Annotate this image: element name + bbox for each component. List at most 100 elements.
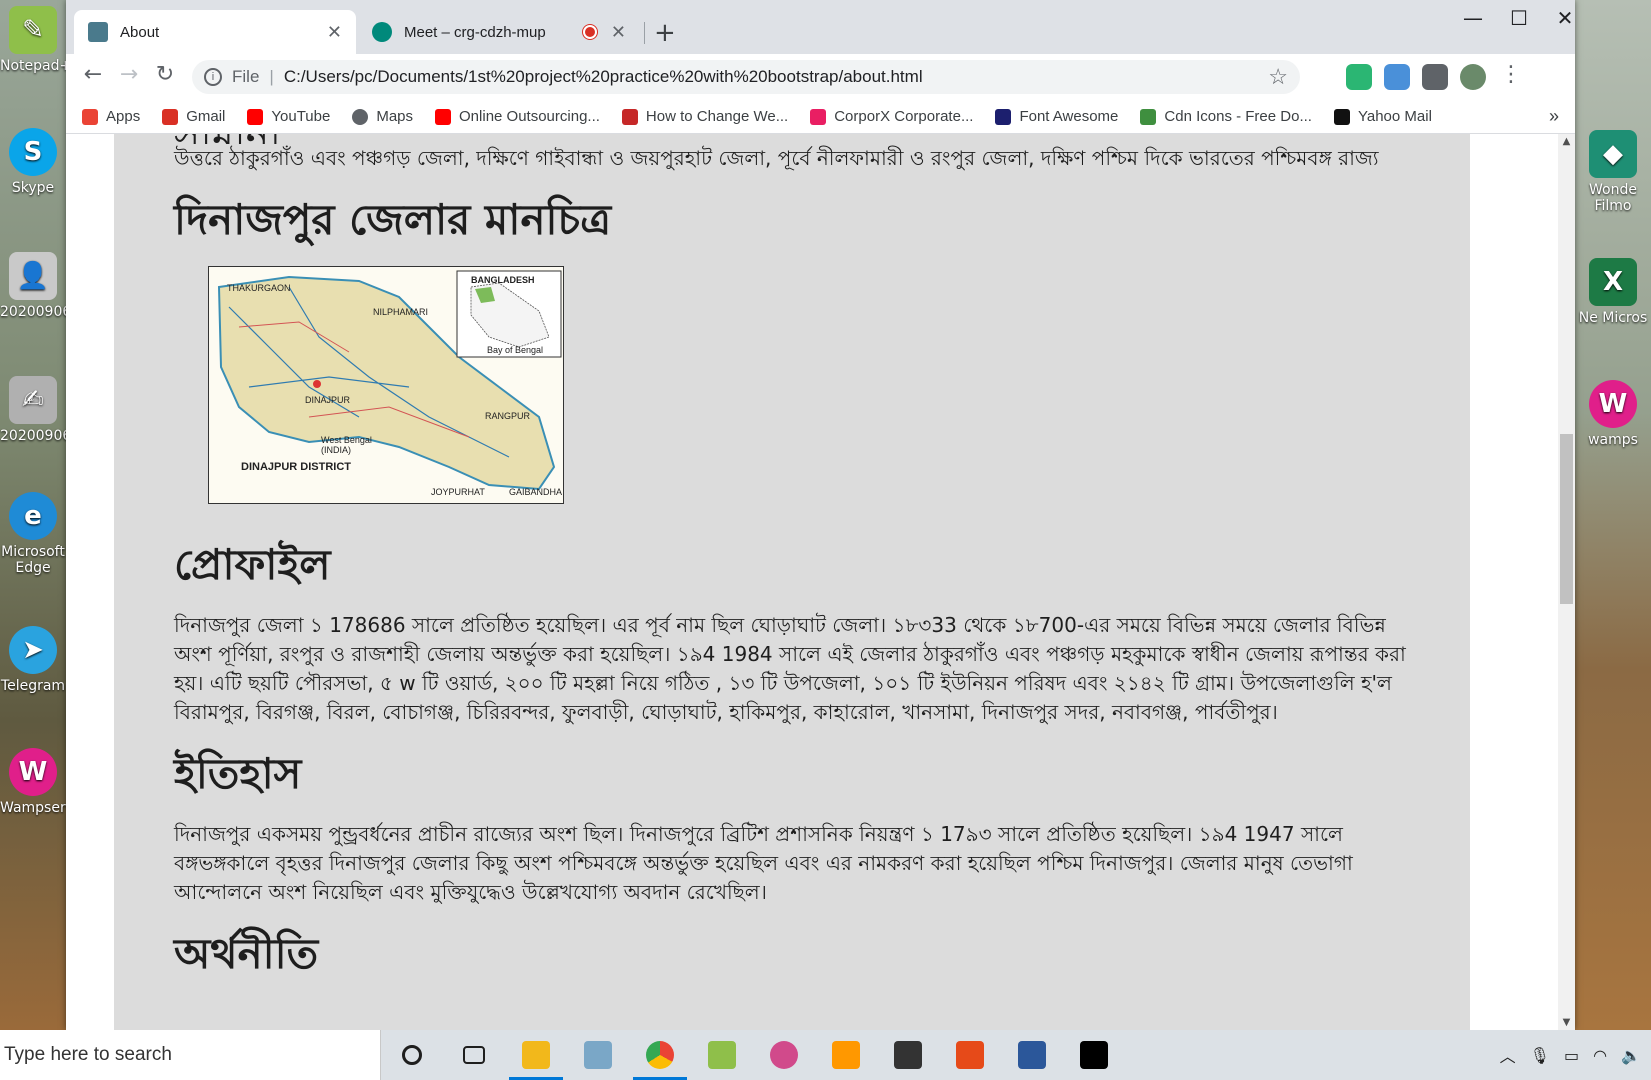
back-button[interactable]: ← <box>78 62 108 87</box>
bookmark-online-outsourcing[interactable]: Online Outsourcing... <box>435 108 600 125</box>
close-tab-icon[interactable]: ✕ <box>611 22 626 43</box>
taskbar-sublime[interactable] <box>815 1030 877 1080</box>
profile-paragraph: দিনাজপুর জেলা ১ 178686 সালে প্রতিষ্ঠিত হ… <box>174 613 1406 724</box>
bookmark-youtube[interactable]: YouTube <box>247 108 330 125</box>
bookmark-label: Online Outsourcing... <box>459 108 600 125</box>
browser-toolbar: ← → ↻ i File | C:/Users/pc/Documents/1st… <box>66 54 1575 100</box>
word-icon <box>1018 1041 1046 1069</box>
profile-heading: প্রোফাইল <box>174 540 331 589</box>
cdn-icon <box>1140 108 1157 125</box>
tab-strip: About ✕ Meet – crg-cdzh-mup ✕ + — ☐ ✕ <box>66 0 1575 54</box>
edge-icon: e <box>9 492 57 540</box>
taskbar-chrome[interactable] <box>629 1030 691 1080</box>
system-tray: ︿ 🎙 ▭ ◠ 🔈 <box>1500 1043 1651 1067</box>
globe-icon <box>352 108 369 125</box>
bookmark-star-icon[interactable]: ☆ <box>1268 64 1288 90</box>
desktop-icon-wampserver[interactable]: W Wampserve <box>0 748 83 816</box>
forward-button[interactable]: → <box>114 62 144 87</box>
desktop-icon-filmora[interactable]: ◆ Wonde Filmo <box>1575 130 1651 214</box>
tab-about[interactable]: About ✕ <box>74 10 356 54</box>
profile-avatar[interactable] <box>1460 64 1486 90</box>
bookmark-cdn-icons[interactable]: Cdn Icons - Free Do... <box>1140 108 1312 125</box>
recording-indicator-icon <box>582 25 597 39</box>
desktop-icon-edge[interactable]: e Microsoft Edge <box>0 492 66 576</box>
desktop-icon-wamp[interactable]: W wamps <box>1575 380 1651 448</box>
office-icon <box>956 1041 984 1069</box>
tab-separator <box>644 22 645 44</box>
desktop-icon-photo[interactable]: 👤 20200906_ <box>0 252 78 320</box>
new-tab-button[interactable]: + <box>654 18 676 48</box>
chrome-icon <box>646 1041 674 1069</box>
desktop-icon-label: Notepad+ <box>0 58 72 74</box>
dinajpur-map-image: THAKURGAON NILPHAMARI DINAJPUR RANGPUR W… <box>208 266 564 504</box>
history-paragraph: দিনাজপুর একসময় পুন্ড্রবর্ধনের প্রাচীন র… <box>174 822 1353 904</box>
bookmark-yahoo-mail[interactable]: Yahoo Mail <box>1333 108 1432 125</box>
meet-icon <box>372 22 392 42</box>
bookmark-how-to-change[interactable]: How to Change We... <box>621 108 789 125</box>
bookmark-font-awesome[interactable]: Font Awesome <box>995 108 1118 125</box>
extension-blue-icon[interactable] <box>1384 64 1410 90</box>
notepadpp-icon <box>708 1041 736 1069</box>
site-info-icon[interactable]: i <box>204 68 222 86</box>
taskbar: Type here to search ︿ 🎙 ▭ ◠ 🔈 <box>0 1030 1651 1080</box>
close-window-button[interactable]: ✕ <box>1542 6 1588 30</box>
taskbar-intellij[interactable] <box>1063 1030 1125 1080</box>
bookmark-label: YouTube <box>271 108 331 125</box>
taskbar-cursor-app[interactable] <box>877 1030 939 1080</box>
desktop-icon-telegram[interactable]: ➤ Telegram <box>0 626 66 694</box>
bookmarks-overflow-button[interactable]: » <box>1549 106 1559 127</box>
scroll-thumb[interactable] <box>1560 434 1573 604</box>
taskbar-notepad[interactable] <box>567 1030 629 1080</box>
map-inset-label: BANGLADESH <box>471 275 535 285</box>
taskbar-office[interactable] <box>939 1030 1001 1080</box>
youtube-icon <box>435 108 452 125</box>
wamp-icon: W <box>1589 380 1637 428</box>
microphone-icon[interactable]: 🎙 <box>1530 1046 1550 1065</box>
taskbar-word[interactable] <box>1001 1030 1063 1080</box>
chevron-up-icon[interactable]: ︿ <box>1500 1043 1516 1067</box>
map-place-label: RANGPUR <box>485 411 531 421</box>
desktop-icon-signature[interactable]: ✍ 20200906_ <box>0 376 78 444</box>
extensions-puzzle-icon[interactable] <box>1422 64 1448 90</box>
taskbar-paint[interactable] <box>753 1030 815 1080</box>
economy-heading: অর্থনীতি <box>174 929 319 978</box>
tab-meet[interactable]: Meet – crg-cdzh-mup ✕ <box>358 10 640 54</box>
amazon-icon <box>1333 108 1350 125</box>
minimize-button[interactable]: — <box>1450 6 1496 30</box>
scroll-up-icon[interactable]: ▲ <box>1558 136 1575 147</box>
address-bar[interactable]: i File | C:/Users/pc/Documents/1st%20pro… <box>192 60 1300 94</box>
desktop-icon-skype[interactable]: S Skype <box>0 128 66 196</box>
taskbar-file-explorer[interactable] <box>505 1030 567 1080</box>
bookmark-apps[interactable]: Apps <box>82 108 140 125</box>
maximize-button[interactable]: ☐ <box>1496 6 1542 30</box>
menu-kebab-icon[interactable]: ⋮ <box>1496 62 1526 87</box>
bookmark-corporx[interactable]: CorporX Corporate... <box>810 108 973 125</box>
desktop-icon-excel[interactable]: X Ne Micros <box>1575 258 1651 326</box>
signature-icon: ✍ <box>9 376 57 424</box>
taskbar-search-input[interactable]: Type here to search <box>0 1030 381 1080</box>
map-place-label: West Bengal (INDIA) <box>321 435 372 455</box>
intellij-icon <box>1080 1041 1108 1069</box>
url-text[interactable]: C:/Users/pc/Documents/1st%20project%20pr… <box>284 67 923 87</box>
bookmark-maps[interactable]: Maps <box>352 108 413 125</box>
taskbar-cortana[interactable] <box>381 1030 443 1080</box>
page-scrollbar[interactable]: ▲ ▼ <box>1558 134 1575 1030</box>
scheme-separator: | <box>269 67 274 86</box>
notepad-icon <box>584 1041 612 1069</box>
bookmark-label: Yahoo Mail <box>1357 108 1432 125</box>
taskbar-notepadpp[interactable] <box>691 1030 753 1080</box>
wifi-icon[interactable]: ◠ <box>1593 1046 1607 1065</box>
map-place-label: GAIBANDHA <box>509 487 563 497</box>
wamp-icon: W <box>9 748 57 796</box>
volume-icon[interactable]: 🔈 <box>1621 1046 1641 1065</box>
close-tab-icon[interactable]: ✕ <box>327 22 342 43</box>
taskbar-task-view[interactable] <box>443 1030 505 1080</box>
boundary-heading: সীমানা <box>174 134 1410 144</box>
scroll-down-icon[interactable]: ▼ <box>1558 1017 1575 1028</box>
desktop-icon-notepadpp[interactable]: ✎ Notepad+ <box>0 6 71 74</box>
bookmark-gmail[interactable]: Gmail <box>162 108 225 125</box>
reload-button[interactable]: ↻ <box>150 62 180 87</box>
battery-icon[interactable]: ▭ <box>1564 1046 1579 1065</box>
extension-green-icon[interactable] <box>1346 64 1372 90</box>
bookmark-label: How to Change We... <box>645 108 789 125</box>
